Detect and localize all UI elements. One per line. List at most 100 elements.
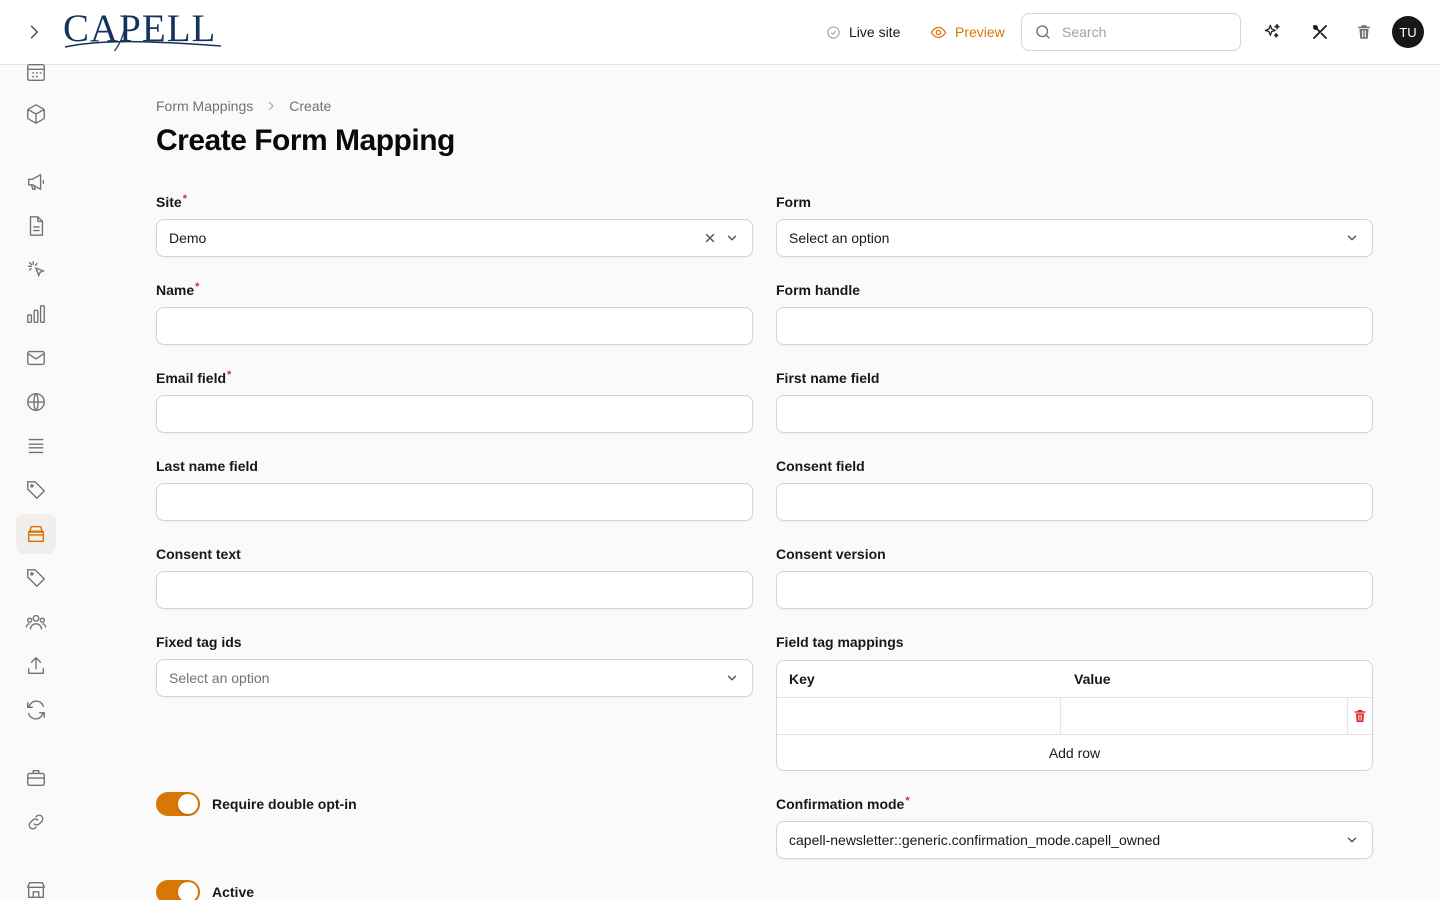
globe-icon (27, 393, 45, 411)
expand-sidebar-button[interactable] (22, 20, 46, 44)
x-mark-icon (705, 233, 715, 243)
form-select[interactable]: Select an option (776, 219, 1373, 257)
confirmation-mode-select[interactable]: capell-newsletter::generic.confirmation_… (776, 821, 1373, 859)
preview-link[interactable]: Preview (930, 22, 1005, 42)
fixed-tag-ids-label: Fixed tag ids (156, 634, 242, 650)
mapping-value-input[interactable] (1062, 698, 1348, 734)
live-site-label: Live site (849, 24, 901, 40)
sidebar-item-cube[interactable] (16, 94, 56, 134)
sidebar-item-store[interactable] (16, 870, 56, 900)
chevron-down-icon (1344, 832, 1360, 848)
last-name-field-label: Last name field (156, 458, 258, 474)
sidebar-item-reports[interactable] (16, 294, 56, 334)
form-select-value: Select an option (789, 230, 890, 246)
active-label: Active (212, 884, 255, 900)
refresh-icon (27, 700, 45, 720)
clear-cache-button[interactable] (1352, 20, 1376, 44)
key-column-header: Key (789, 671, 815, 687)
consent-version-label: Consent version (776, 546, 886, 562)
active-toggle[interactable] (156, 880, 200, 900)
ai-sparkles-button[interactable] (1260, 20, 1284, 44)
sidebar-item-calendar[interactable] (16, 52, 56, 92)
sidebar-item-sites[interactable] (16, 382, 56, 422)
search-icon (1036, 25, 1050, 39)
table-header: Key Value (777, 661, 1372, 698)
inbox-stack-icon (27, 525, 45, 543)
sidebar-item-form-mappings[interactable] (16, 514, 56, 554)
last-name-field-input[interactable] (156, 483, 753, 521)
site-label: Site* (156, 193, 187, 210)
mapping-key-input[interactable] (777, 698, 1061, 734)
name-input[interactable] (156, 307, 753, 345)
delete-row-button[interactable] (1347, 698, 1372, 734)
email-field-input[interactable] (156, 395, 753, 433)
cube-icon (27, 104, 45, 124)
require-double-opt-in-field: Require double opt-in (156, 792, 357, 816)
form-handle-label: Form handle (776, 282, 861, 298)
consent-field-label: Consent field (776, 458, 865, 474)
consent-field-input[interactable] (776, 483, 1373, 521)
form-label: Form (776, 194, 811, 210)
top-bar: CAPELL Live site Preview TU (0, 0, 1440, 65)
tools-button[interactable] (1308, 20, 1332, 44)
chevron-right-icon (269, 101, 275, 111)
search-box[interactable] (1021, 13, 1241, 51)
active-field: Active (156, 880, 254, 900)
value-column-header: Value (1074, 671, 1111, 687)
sidebar-item-jobs[interactable] (16, 758, 56, 798)
calendar-icon (27, 63, 45, 81)
live-site-link[interactable]: Live site (826, 22, 900, 42)
storefront-icon (27, 881, 45, 899)
table-row (777, 698, 1372, 735)
consent-version-input[interactable] (776, 571, 1373, 609)
fixed-tag-ids-select[interactable]: Select an option (156, 659, 753, 697)
trash-icon (1358, 25, 1370, 39)
first-name-field-label: First name field (776, 370, 880, 386)
sidebar-item-documents[interactable] (16, 206, 56, 246)
email-field-label: Email field* (156, 369, 232, 386)
clear-site-button[interactable] (702, 230, 718, 246)
sidebar-item-campaigns[interactable] (16, 162, 56, 202)
name-label: Name* (156, 281, 200, 298)
cursor-click-icon (27, 261, 46, 278)
chevron-down-icon (724, 230, 740, 246)
sidebar-item-tags[interactable] (16, 470, 56, 510)
tag-icon (27, 481, 45, 499)
form-handle-input[interactable] (776, 307, 1373, 345)
site-select[interactable]: Demo (156, 219, 753, 257)
consent-text-label: Consent text (156, 546, 241, 562)
sidebar-item-tags-2[interactable] (16, 558, 56, 598)
sidebar-item-users[interactable] (16, 602, 56, 642)
first-name-field-input[interactable] (776, 395, 1373, 433)
breadcrumb-form-mappings[interactable]: Form Mappings (156, 98, 253, 114)
queue-list-icon (28, 438, 44, 454)
upload-icon (27, 657, 45, 675)
capell-logo[interactable]: CAPELL (63, 7, 223, 51)
consent-text-input[interactable] (156, 571, 753, 609)
sidebar-item-import[interactable] (16, 646, 56, 686)
require-double-opt-in-toggle[interactable] (156, 792, 200, 816)
eye-icon (930, 26, 947, 38)
sidebar-item-sync[interactable] (16, 690, 56, 730)
chevron-down-icon (724, 670, 740, 686)
page-title: Create Form Mapping (156, 124, 455, 157)
fixed-tag-ids-placeholder: Select an option (169, 670, 270, 686)
check-circle-icon (827, 25, 840, 39)
sidebar-item-mail[interactable] (16, 338, 56, 378)
chevron-down-icon (1344, 230, 1360, 246)
breadcrumb-create[interactable]: Create (289, 98, 331, 114)
field-tag-mappings-table: Key Value Add row (776, 660, 1373, 771)
envelope-icon (27, 350, 45, 366)
chevron-right-icon (30, 25, 39, 39)
user-avatar[interactable]: TU (1392, 16, 1424, 48)
logo-swoosh-icon (64, 14, 222, 51)
search-input[interactable] (1062, 24, 1222, 40)
user-group-icon (25, 614, 47, 630)
sidebar-item-lists[interactable] (16, 426, 56, 466)
add-row-button[interactable]: Add row (777, 735, 1372, 770)
sidebar-item-links[interactable] (16, 802, 56, 842)
bar-chart-icon (27, 305, 45, 323)
link-icon (28, 814, 44, 830)
sidebar-item-interactions[interactable] (16, 250, 56, 290)
trash-icon (1354, 710, 1365, 722)
